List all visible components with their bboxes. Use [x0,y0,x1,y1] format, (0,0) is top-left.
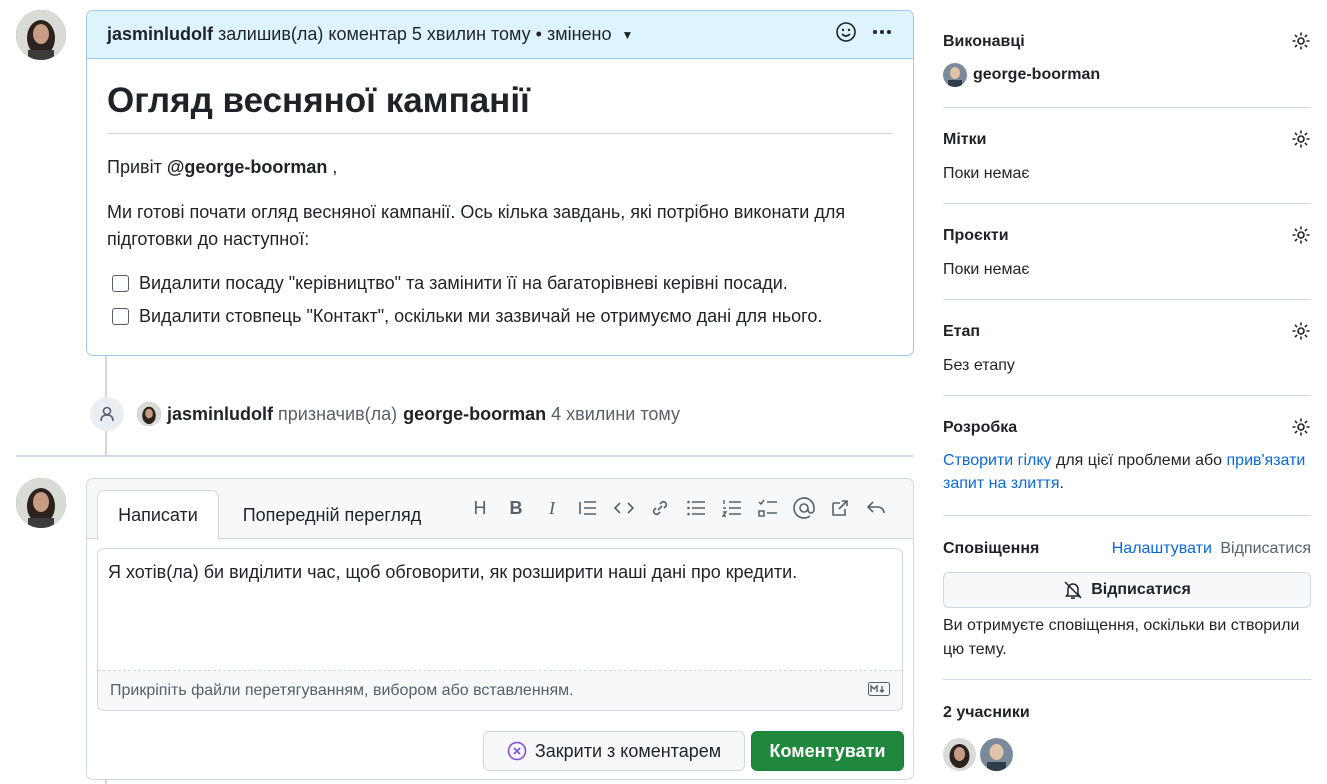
person-icon [90,397,124,431]
issue-comment: jasminludolf залишив(ла) коментар 5 хвил… [86,10,914,356]
event-time[interactable]: 4 хвилини тому [551,404,680,425]
comment-button[interactable]: Коментувати [751,731,904,771]
participants-section: 2 учасники [943,704,1311,771]
notifications-reason: Ви отримуєте сповіщення, оскільки ви ств… [943,617,1300,658]
sidebar-divider [943,395,1311,396]
milestone-section: Етап Без етапу [943,321,1311,375]
sidebar-divider [943,679,1311,680]
add-reaction-icon[interactable] [835,21,857,48]
participants-title: 2 учасники [943,704,1030,721]
labels-gear-icon[interactable] [1291,129,1311,149]
projects-gear-icon[interactable] [1291,225,1311,245]
timeline-divider [16,455,913,457]
greeting-punct: , [332,157,338,177]
greeting-text: Привіт [107,157,162,177]
code-icon[interactable] [613,497,635,519]
event-target-link[interactable]: george-boorman [403,404,546,425]
tab-preview[interactable]: Попередній перегляд [237,490,427,540]
task-checkbox[interactable] [112,275,129,292]
assignee-name: george-boorman [973,66,1101,83]
formatting-toolbar: H B I [469,497,887,519]
unordered-list-icon[interactable] [685,497,707,519]
comment-header: jasminludolf залишив(ла) коментар 5 хвил… [87,11,913,59]
comment-author-link[interactable]: jasminludolf [107,24,213,45]
notifications-title: Сповіщення [943,540,1040,557]
unsubscribe-button[interactable]: Відписатися [943,572,1311,608]
projects-section: Проєкти Поки немає [943,225,1311,279]
bold-icon[interactable]: B [505,497,527,519]
comment-composer: Написати Попередній перегляд H B I Я хот… [86,478,914,780]
comment-meta: залишив(ла) коментар 5 хвилин тому • змі… [218,24,612,44]
composer-user-avatar[interactable] [16,478,66,528]
task-list-icon[interactable] [757,497,779,519]
close-circle-icon [507,741,527,761]
comment-textarea[interactable]: Я хотів(ла) би виділити час, щоб обговор… [98,549,902,671]
participant-avatar[interactable] [980,738,1013,771]
sidebar-divider [943,203,1311,204]
assignees-gear-icon[interactable] [1291,31,1311,51]
labels-title: Мітки [943,131,987,148]
tab-write[interactable]: Написати [97,490,219,540]
quote-icon[interactable] [577,497,599,519]
comment-heading: Огляд весняної кампанії [107,81,893,134]
sidebar-divider [943,107,1311,108]
heading-icon[interactable]: H [469,497,491,519]
ordered-list-icon[interactable] [721,497,743,519]
task-label: Видалити посаду "керівництво" та замінит… [139,273,788,293]
comment-author-avatar[interactable] [16,10,66,60]
markdown-icon[interactable] [868,681,890,701]
task-item: Видалити посаду "керівництво" та замінит… [107,273,893,294]
event-actor-link[interactable]: jasminludolf [167,404,273,425]
mention-icon[interactable] [793,497,815,519]
labels-section: Мітки Поки немає [943,129,1311,183]
notifications-section: Сповіщення Налаштувати Відписатися Відпи… [943,540,1311,662]
edit-history-caret-icon[interactable]: ▼ [621,28,633,42]
assignee-item[interactable]: george-boorman [943,63,1311,87]
assignees-section: Виконавці george-boorman [943,31,1311,87]
participant-avatar[interactable] [943,738,976,771]
user-mention-link[interactable]: @george-boorman [167,157,328,177]
comment-greeting: Привіт @george-boorman , [107,154,893,181]
development-text: Створити гілку для цієї проблеми або при… [943,449,1311,495]
task-item: Видалити стовпець "Контакт", оскільки ми… [107,306,893,327]
cross-reference-icon[interactable] [829,497,851,519]
comment-textarea-wrap: Я хотів(ла) би виділити час, щоб обговор… [97,548,903,711]
more-options-icon[interactable] [871,21,893,48]
customize-notifications-link[interactable]: Налаштувати [1112,540,1212,557]
sidebar-divider [943,515,1311,516]
development-end: . [1059,475,1064,492]
assignment-event: jasminludolf призначив(ла) george-boorma… [90,397,680,431]
unsubscribe-label: Відписатися [1091,581,1191,598]
labels-value: Поки немає [943,165,1030,182]
task-checkbox[interactable] [112,308,129,325]
event-action: призначив(ла) [278,403,398,424]
attach-files-bar[interactable]: Прикріпіть файли перетягуванням, вибором… [98,671,902,710]
development-gear-icon[interactable] [1291,417,1311,437]
development-title: Розробка [943,419,1018,436]
projects-title: Проєкти [943,227,1009,244]
bell-slash-icon [1064,581,1082,599]
assignees-title: Виконавці [943,33,1025,50]
milestone-value: Без етапу [943,357,1015,374]
assignee-avatar [943,63,967,87]
create-branch-link[interactable]: Створити гілку [943,452,1052,469]
projects-value: Поки немає [943,261,1030,278]
task-label: Видалити стовпець "Контакт", оскільки ми… [139,306,823,326]
development-mid-text: для цієї проблеми або [1051,452,1227,469]
sidebar-divider [943,299,1311,300]
unsubscribe-link[interactable]: Відписатися [1220,540,1311,557]
italic-icon[interactable]: I [541,497,563,519]
close-with-comment-button[interactable]: Закрити з коментарем [483,731,745,771]
attach-hint: Прикріпіть файли перетягуванням, вибором… [110,682,574,699]
milestone-gear-icon[interactable] [1291,321,1311,341]
development-section: Розробка Створити гілку для цієї проблем… [943,417,1311,495]
undo-reply-icon[interactable] [865,497,887,519]
milestone-title: Етап [943,323,981,340]
close-with-comment-label: Закрити з коментарем [534,740,722,761]
link-icon[interactable] [649,497,671,519]
comment-paragraph: Ми готові почати огляд весняної кампанії… [107,202,846,249]
actor-avatar[interactable] [137,402,161,426]
